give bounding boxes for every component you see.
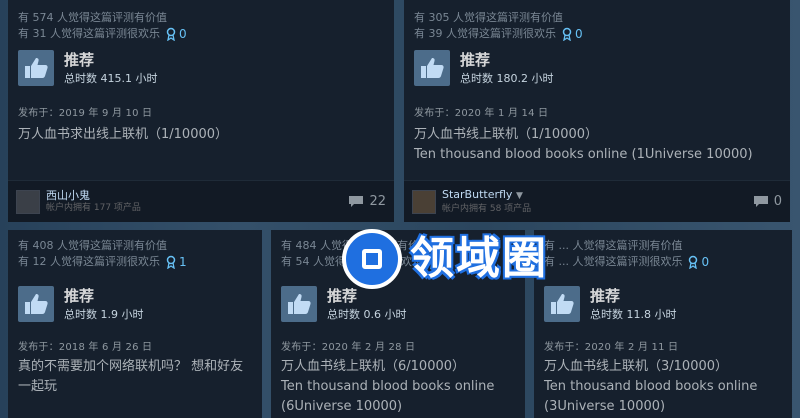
author-products: 帐户内拥有 58 项产品 [442, 204, 532, 214]
funny-count: 有 39 人觉得这篇评测很欢乐 [414, 27, 556, 40]
helpful-count: 有 305 人觉得这篇评测有价值 [414, 11, 563, 24]
comment-icon [349, 196, 364, 207]
review-text-zh: 万人血书线上联机（3/10000） [544, 359, 729, 374]
award-icon [166, 255, 176, 269]
comment-icon [753, 196, 768, 207]
award-count: 0 [575, 27, 583, 41]
review-text-en: Ten thousand blood books online (3Univer… [544, 379, 758, 414]
review-text-en: Ten thousand blood books online (6Univer… [281, 379, 495, 414]
author-footer: 西山小鬼 帐户内拥有 177 项产品 22 [8, 180, 394, 222]
playtime-hours: 总时数 1.9 小时 [64, 307, 144, 321]
review-text: 万人血书线上联机（1/10000） Ten thousand blood boo… [414, 125, 780, 165]
comments-button[interactable]: 22 [348, 194, 386, 209]
watermark-logo: 领域圈 [342, 228, 578, 290]
review-text: 万人血书线上联机（3/10000） Ten thousand blood boo… [544, 357, 784, 417]
review-text-zh: 万人血书线上联机（6/10000） [281, 359, 466, 374]
posted-date: 发布于：2018 年 6 月 26 日 [18, 342, 153, 353]
review-text-zh: 万人血书线上联机（1/10000） [414, 127, 599, 142]
award-button[interactable]: 0 [166, 26, 187, 42]
award-icon [166, 27, 176, 41]
avatar[interactable] [412, 189, 436, 214]
posted-date: 发布于：2020 年 2 月 11 日 [544, 342, 679, 353]
thumbs-up-icon [18, 50, 54, 86]
recommend-label: 推荐 [590, 286, 621, 305]
thumbs-up-icon [281, 286, 317, 322]
recommend-label: 推荐 [64, 286, 95, 305]
comment-count: 0 [773, 194, 782, 209]
review-card: 有 305 人觉得这篇评测有价值 有 39 人觉得这篇评测很欢乐 0 推荐 总时… [404, 0, 790, 222]
award-button[interactable]: 0 [562, 26, 583, 42]
funny-count: 有 12 人觉得这篇评测很欢乐 [18, 255, 160, 268]
playtime-hours: 总时数 11.8 小时 [590, 307, 677, 321]
review-card: 有 574 人觉得这篇评测有价值 有 31 人觉得这篇评测很欢乐 0 推荐 总时… [8, 0, 394, 222]
playtime-hours: 总时数 0.6 小时 [327, 307, 407, 321]
thumbs-up-icon [18, 286, 54, 322]
award-count: 1 [179, 255, 187, 269]
vote-summary: 有 305 人觉得这篇评测有价值 有 39 人觉得这篇评测很欢乐 0 [414, 10, 780, 42]
award-button[interactable]: 0 [688, 254, 709, 270]
award-button[interactable]: 1 [166, 254, 187, 270]
award-icon [689, 255, 698, 269]
helpful-count: 有 ... 人觉得这篇评测有价值 [544, 239, 683, 252]
watermark-icon [342, 229, 402, 289]
author-footer: StarButterfly ▼ 帐户内拥有 58 项产品 0 [404, 180, 790, 222]
posted-date: 发布于：2019 年 9 月 10 日 [18, 108, 153, 119]
playtime-hours: 总时数 180.2 小时 [460, 71, 554, 85]
vote-summary: 有 ... 人觉得这篇评测有价值 有 ... 人觉得这篇评测很欢乐 0 [544, 238, 784, 270]
author-products: 帐户内拥有 177 项产品 [46, 203, 141, 213]
helpful-count: 有 574 人觉得这篇评测有价值 [18, 11, 167, 24]
badge-icon: ▼ [515, 191, 523, 201]
author-name[interactable]: StarButterfly ▼ [442, 188, 753, 203]
helpful-count: 有 408 人觉得这篇评测有价值 [18, 239, 167, 252]
posted-date: 发布于：2020 年 2 月 28 日 [281, 342, 416, 353]
funny-count: 有 31 人觉得这篇评测很欢乐 [18, 27, 160, 40]
vote-summary: 有 574 人觉得这篇评测有价值 有 31 人觉得这篇评测很欢乐 0 [18, 10, 384, 42]
recommend-label: 推荐 [460, 50, 491, 69]
comment-count: 22 [369, 194, 386, 209]
playtime-hours: 总时数 415.1 小时 [64, 71, 158, 85]
posted-date: 发布于：2020 年 1 月 14 日 [414, 108, 549, 119]
award-icon [562, 27, 572, 41]
avatar[interactable] [16, 189, 40, 214]
thumbs-up-icon [544, 286, 580, 322]
award-count: 0 [701, 255, 710, 269]
author-name[interactable]: 西山小鬼 [46, 189, 348, 202]
recommend-label: 推荐 [64, 50, 95, 69]
review-text: 真的不需要加个网络联机吗？ 想和好友一起玩 [18, 357, 254, 397]
award-count: 0 [179, 27, 187, 41]
review-text: 万人血书线上联机（6/10000） Ten thousand blood boo… [281, 357, 517, 417]
review-card: 有 408 人觉得这篇评测有价值 有 12 人觉得这篇评测很欢乐 1 推荐 总时… [8, 230, 262, 418]
comments-button[interactable]: 0 [753, 194, 782, 209]
review-text-zh: 真的不需要加个网络联机吗？ 想和好友一起玩 [18, 359, 244, 394]
vote-summary: 有 408 人觉得这篇评测有价值 有 12 人觉得这篇评测很欢乐 1 [18, 238, 254, 270]
thumbs-up-icon [414, 50, 450, 86]
review-text-zh: 万人血书求出线上联机（1/10000） [18, 127, 229, 142]
watermark-text: 领域圈 [410, 233, 548, 284]
review-text: 万人血书求出线上联机（1/10000） [18, 125, 384, 145]
review-text-en: Ten thousand blood books online (1Univer… [414, 147, 753, 162]
